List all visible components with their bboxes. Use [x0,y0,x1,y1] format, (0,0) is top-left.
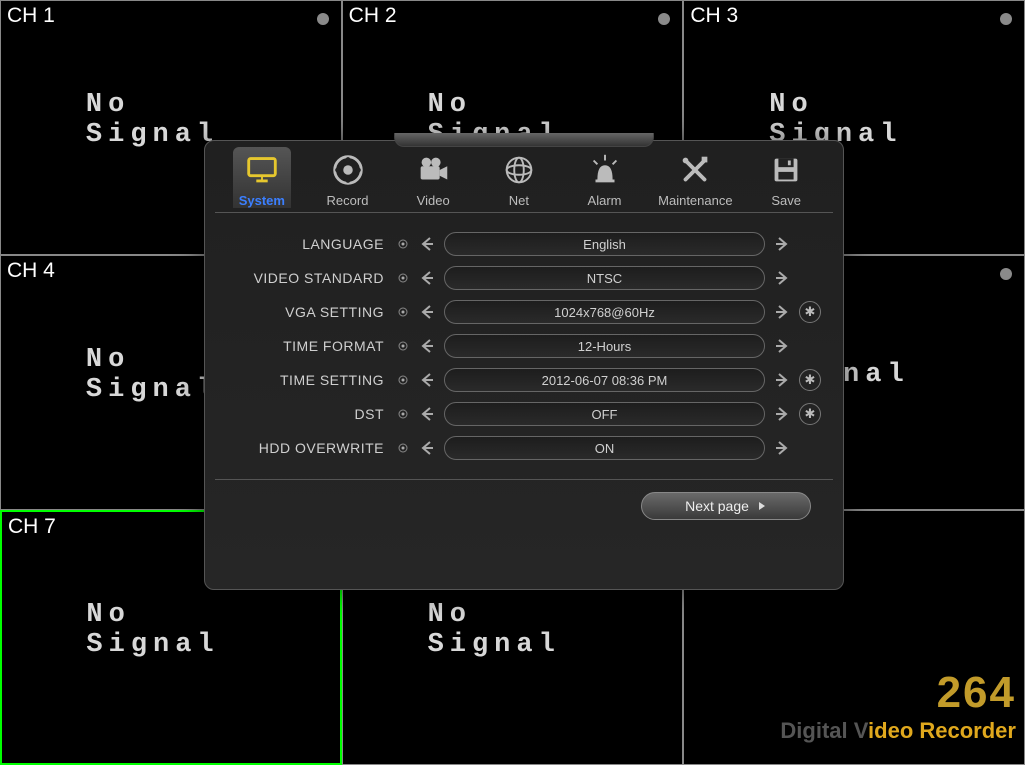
setting-row-time_format: TIME FORMAT 12-Hours [215,329,821,363]
hdd_overwrite-next-button[interactable] [771,437,793,459]
channel-label: CH 2 [349,4,397,28]
tab-alarm[interactable]: Alarm [576,151,634,208]
channel-label: CH 4 [7,259,55,283]
record-dot-icon [1000,13,1012,25]
time_setting-value[interactable]: 2012-06-07 08:36 PM [444,368,765,392]
video_standard-next-button[interactable] [771,267,793,289]
no-signal-text: No Signal [86,600,255,660]
time_format-next-button[interactable] [771,335,793,357]
vga_setting-next-button[interactable] [771,301,793,323]
tab-video[interactable]: Video [404,151,462,208]
modal-footer: Next page [215,479,833,520]
tab-save[interactable]: Save [757,151,815,208]
time_format-value[interactable]: 12-Hours [444,334,765,358]
setting-row-time_setting: TIME SETTING 2012-06-07 08:36 PM ✱ [215,363,821,397]
channel-label: CH 7 [8,515,56,539]
setting-row-hdd_overwrite: HDD OVERWRITE ON [215,431,821,465]
brand-yellow: ideo Recorder [868,718,1016,743]
vga_setting-prev-button[interactable] [416,301,438,323]
setting-label: VGA SETTING [215,304,390,320]
dst-detail-button[interactable]: ✱ [799,403,821,425]
vga_setting-detail-button[interactable]: ✱ [799,301,821,323]
video-icon [414,151,452,189]
tab-label: Net [509,193,529,208]
tab-label: Alarm [588,193,622,208]
row-marker-icon [396,409,410,419]
record-icon [329,151,367,189]
modal-handle[interactable] [394,133,654,147]
vga_setting-value[interactable]: 1024x768@60Hz [444,300,765,324]
setting-label: VIDEO STANDARD [215,270,390,286]
record-dot-icon [1000,268,1012,280]
setting-row-video_standard: VIDEO STANDARD NTSC [215,261,821,295]
setting-label: TIME SETTING [215,372,390,388]
row-marker-icon [396,443,410,453]
row-marker-icon [396,341,410,351]
time_setting-next-button[interactable] [771,369,793,391]
save-icon [767,151,805,189]
brand-gray: Digital V [780,718,868,743]
tab-bar: System Record Video Net Alarm Maintenance Save [215,141,833,213]
tab-label: System [239,193,285,208]
alarm-icon [586,151,624,189]
row-marker-icon [396,375,410,385]
brand-logo: 264Digital Video Recorder [780,668,1016,744]
net-icon [500,151,538,189]
settings-rows: LANGUAGE English VIDEO STANDARD NTSC VGA SET… [205,213,843,471]
channel-label: CH 3 [690,4,738,28]
brand-big: 264 [780,668,1016,718]
language-prev-button[interactable] [416,233,438,255]
chevron-right-icon [757,501,767,511]
language-value[interactable]: English [444,232,765,256]
next-page-button[interactable]: Next page [641,492,811,520]
setting-row-dst: DST OFF ✱ [215,397,821,431]
setting-label: TIME FORMAT [215,338,390,354]
setting-label: DST [215,406,390,422]
tab-net[interactable]: Net [490,151,548,208]
setting-label: HDD OVERWRITE [215,440,390,456]
row-marker-icon [396,239,410,249]
tab-maintenance[interactable]: Maintenance [661,151,729,208]
record-dot-icon [317,13,329,25]
time_setting-detail-button[interactable]: ✱ [799,369,821,391]
brand-small: Digital Video Recorder [780,718,1016,744]
tab-system[interactable]: System [233,147,291,208]
record-dot-icon [658,13,670,25]
tab-label: Maintenance [658,193,732,208]
maintenance-icon [676,151,714,189]
hdd_overwrite-prev-button[interactable] [416,437,438,459]
system-icon [243,151,281,189]
time_format-prev-button[interactable] [416,335,438,357]
dst-next-button[interactable] [771,403,793,425]
dst-value[interactable]: OFF [444,402,765,426]
setting-label: LANGUAGE [215,236,390,252]
tab-label: Video [417,193,450,208]
row-marker-icon [396,273,410,283]
language-next-button[interactable] [771,233,793,255]
channel-label: CH 1 [7,4,55,28]
setting-row-language: LANGUAGE English [215,227,821,261]
row-marker-icon [396,307,410,317]
time_setting-prev-button[interactable] [416,369,438,391]
settings-modal: System Record Video Net Alarm Maintenance Save… [204,140,844,590]
video_standard-prev-button[interactable] [416,267,438,289]
tab-record[interactable]: Record [319,151,377,208]
dst-prev-button[interactable] [416,403,438,425]
no-signal-text: No Signal [428,600,598,660]
hdd_overwrite-value[interactable]: ON [444,436,765,460]
next-page-label: Next page [685,498,749,514]
video_standard-value[interactable]: NTSC [444,266,765,290]
tab-label: Save [771,193,801,208]
tab-label: Record [327,193,369,208]
setting-row-vga_setting: VGA SETTING 1024x768@60Hz ✱ [215,295,821,329]
